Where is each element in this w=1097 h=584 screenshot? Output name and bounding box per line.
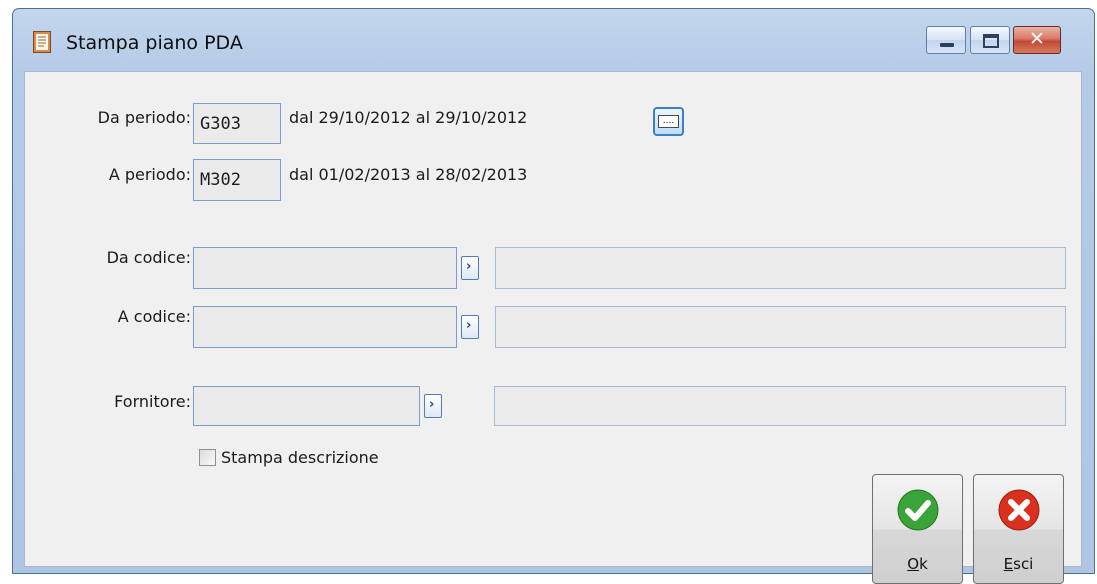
minimize-button[interactable]: [926, 26, 966, 54]
a-codice-input[interactable]: [193, 306, 457, 348]
da-periodo-label: Da periodo:: [97, 108, 191, 127]
chevron-right-icon: ›: [429, 397, 435, 412]
da-codice-zoom-button[interactable]: ›: [461, 256, 479, 280]
close-icon: ✕: [1029, 28, 1045, 50]
ok-label: Ok: [907, 555, 928, 573]
window-title: Stampa piano PDA: [66, 32, 243, 54]
dialog-window: Stampa piano PDA ✕ Da periodo: G303 dal …: [12, 8, 1095, 584]
maximize-button[interactable]: [970, 26, 1010, 54]
da-periodo-field[interactable]: G303: [193, 103, 281, 144]
a-codice-description: [495, 306, 1066, 348]
esci-button[interactable]: Esci: [973, 474, 1064, 584]
close-window-button[interactable]: ✕: [1013, 26, 1061, 54]
ellipsis-icon: ....: [658, 115, 679, 128]
esci-label: Esci: [1003, 555, 1034, 573]
fornitore-label: Fornitore:: [114, 392, 191, 411]
close-icon: [998, 489, 1040, 531]
report-icon: [33, 31, 51, 53]
da-codice-input[interactable]: [193, 247, 457, 289]
a-codice-label: A codice:: [117, 307, 191, 326]
a-periodo-value: M302: [200, 170, 241, 190]
ok-button[interactable]: Ok: [872, 474, 963, 584]
a-periodo-label: A periodo:: [108, 165, 191, 184]
da-codice-description: [495, 247, 1066, 289]
chevron-right-icon: ›: [466, 318, 472, 333]
select-period-button[interactable]: ....: [653, 107, 684, 136]
chevron-right-icon: ›: [466, 259, 472, 274]
fornitore-description: [494, 386, 1066, 426]
da-periodo-range: dal 29/10/2012 al 29/10/2012: [289, 108, 528, 127]
fornitore-input[interactable]: [193, 386, 420, 426]
a-periodo-field[interactable]: M302: [193, 159, 281, 201]
a-periodo-range: dal 01/02/2013 al 28/02/2013: [289, 165, 528, 184]
fornitore-zoom-button[interactable]: ›: [424, 394, 442, 418]
stampa-descrizione-label[interactable]: Stampa descrizione: [221, 448, 379, 467]
a-codice-zoom-button[interactable]: ›: [461, 315, 479, 339]
da-periodo-value: G303: [200, 114, 241, 134]
stampa-descrizione-checkbox[interactable]: [199, 449, 216, 466]
check-icon: [897, 489, 939, 531]
title-bar[interactable]: Stampa piano PDA ✕: [13, 9, 1094, 71]
da-codice-label: Da codice:: [106, 248, 191, 267]
dialog-body: Da periodo: G303 dal 29/10/2012 al 29/10…: [24, 71, 1082, 584]
